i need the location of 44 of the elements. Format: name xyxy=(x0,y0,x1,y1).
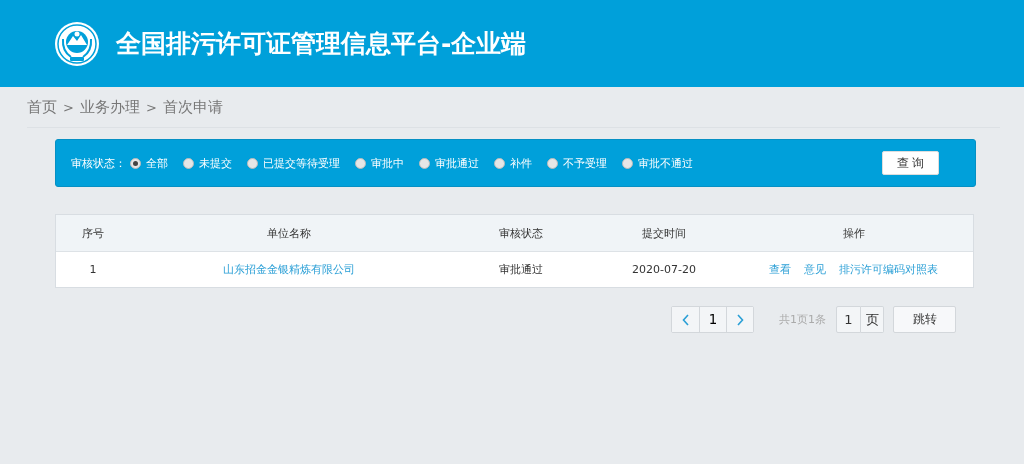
radio-button[interactable] xyxy=(622,157,633,169)
radio-label[interactable]: 补件 xyxy=(510,155,532,171)
radio-label[interactable]: 已提交等待受理 xyxy=(263,155,340,171)
radio-label[interactable]: 全部 xyxy=(146,155,168,171)
page-summary: 共1页1条 xyxy=(779,312,826,327)
action-link[interactable]: 意见 xyxy=(804,262,826,277)
radio-button[interactable] xyxy=(494,157,505,169)
breadcrumb-link[interactable]: 首页 xyxy=(27,97,57,117)
table-cell: 1 xyxy=(56,251,130,287)
radio-label[interactable]: 审批中 xyxy=(371,155,404,171)
column-header: 操作 xyxy=(734,215,973,252)
radio-label[interactable]: 未提交 xyxy=(199,155,232,171)
radio-button[interactable] xyxy=(130,157,141,169)
app-title: 全国排污许可证管理信息平台-企业端 xyxy=(116,28,527,60)
jump-button[interactable]: 跳转 xyxy=(893,306,956,333)
radio-button[interactable] xyxy=(355,157,366,169)
chevron-left-icon xyxy=(681,313,690,326)
filter-label: 审核状态： xyxy=(71,155,126,171)
table-cell: 2020-07-20 xyxy=(594,251,734,287)
table-cell: 审批通过 xyxy=(448,251,594,287)
column-header: 提交时间 xyxy=(594,215,734,252)
column-header: 序号 xyxy=(56,215,130,252)
radio-button[interactable] xyxy=(547,157,558,169)
column-header: 审核状态 xyxy=(448,215,594,252)
radio-label[interactable]: 不予受理 xyxy=(563,155,607,171)
page-unit-label: 页 xyxy=(861,306,884,333)
breadcrumb-link[interactable]: 业务办理 xyxy=(79,97,140,117)
action-link[interactable]: 查看 xyxy=(769,262,791,277)
page-input[interactable]: 1 xyxy=(836,306,861,333)
company-link[interactable]: 山东招金金银精炼有限公司 xyxy=(223,263,355,276)
breadcrumb-separator: > xyxy=(145,99,157,115)
radio-button[interactable] xyxy=(247,157,258,169)
emblem-logo-icon xyxy=(54,20,100,67)
next-page-button[interactable] xyxy=(726,307,753,332)
chevron-right-icon xyxy=(736,313,744,326)
radio-label[interactable]: 审批不通过 xyxy=(638,155,693,171)
action-link[interactable]: 排污许可编码对照表 xyxy=(839,262,938,277)
breadcrumb-separator: > xyxy=(63,99,74,115)
radio-button[interactable] xyxy=(183,157,194,169)
radio-label[interactable]: 审批通过 xyxy=(435,155,479,171)
radio-button[interactable] xyxy=(419,157,430,169)
column-header: 单位名称 xyxy=(130,215,448,252)
breadcrumb-link[interactable]: 首次申请 xyxy=(162,97,223,117)
query-button[interactable]: 查 询 xyxy=(882,151,939,175)
